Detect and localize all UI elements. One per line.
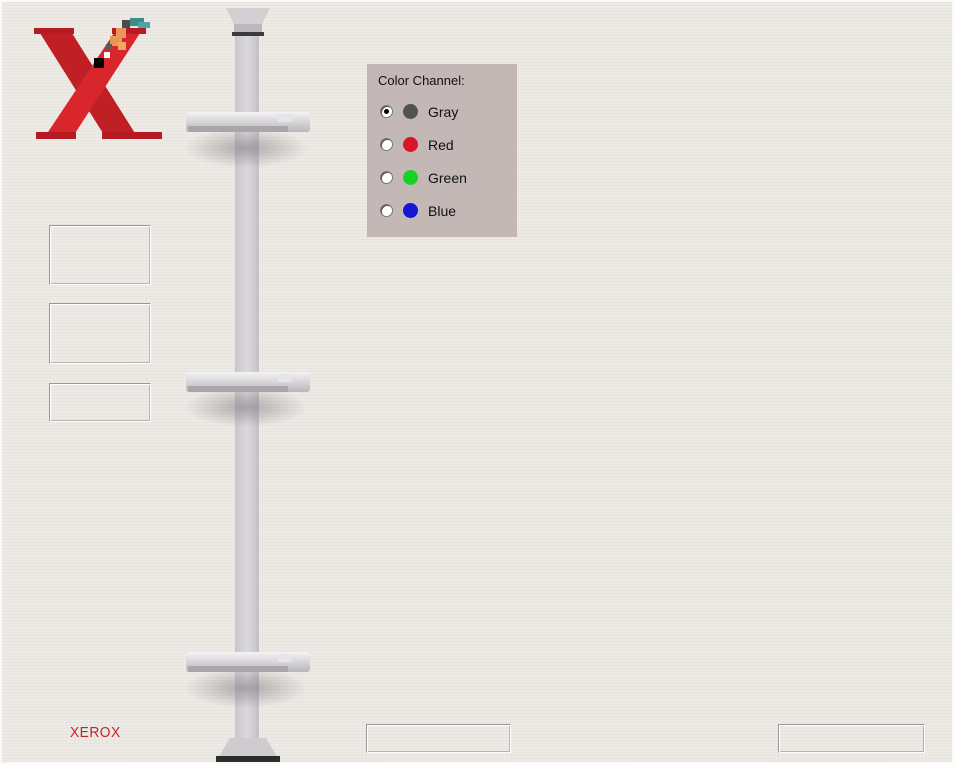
radio-option-blue[interactable]: Blue: [380, 202, 510, 222]
red-swatch-icon: [403, 137, 418, 152]
color-channel-title: Color Channel:: [378, 73, 465, 88]
nav-button-2[interactable]: [49, 303, 151, 364]
radio-label-blue: Blue: [428, 203, 457, 219]
green-swatch-icon: [403, 170, 418, 185]
xerox-logo-icon: [34, 18, 162, 139]
pole-with-shelves-decoration: [184, 8, 310, 762]
bottom-button-left[interactable]: [366, 724, 511, 753]
color-channel-panel: Color Channel: Gray Red Green Blue: [367, 64, 517, 237]
xerox-wordmark: XEROX: [70, 724, 121, 741]
radio-option-red[interactable]: Red: [380, 136, 510, 156]
radio-button-green[interactable]: [380, 171, 393, 184]
bottom-button-right[interactable]: [778, 724, 925, 753]
gray-swatch-icon: [403, 104, 418, 119]
radio-option-green[interactable]: Green: [380, 169, 510, 189]
radio-label-gray: Gray: [428, 104, 459, 120]
nav-button-3[interactable]: [49, 383, 151, 422]
nav-button-1[interactable]: [49, 225, 151, 285]
radio-button-gray[interactable]: [380, 105, 393, 118]
radio-button-blue[interactable]: [380, 204, 393, 217]
blue-swatch-icon: [403, 203, 418, 218]
radio-button-red[interactable]: [380, 138, 393, 151]
radio-option-gray[interactable]: Gray: [380, 103, 510, 123]
radio-label-red: Red: [428, 137, 454, 153]
radio-label-green: Green: [428, 170, 467, 186]
app-window: XEROX Color Channel: Gray Red Green Blue: [0, 0, 954, 764]
